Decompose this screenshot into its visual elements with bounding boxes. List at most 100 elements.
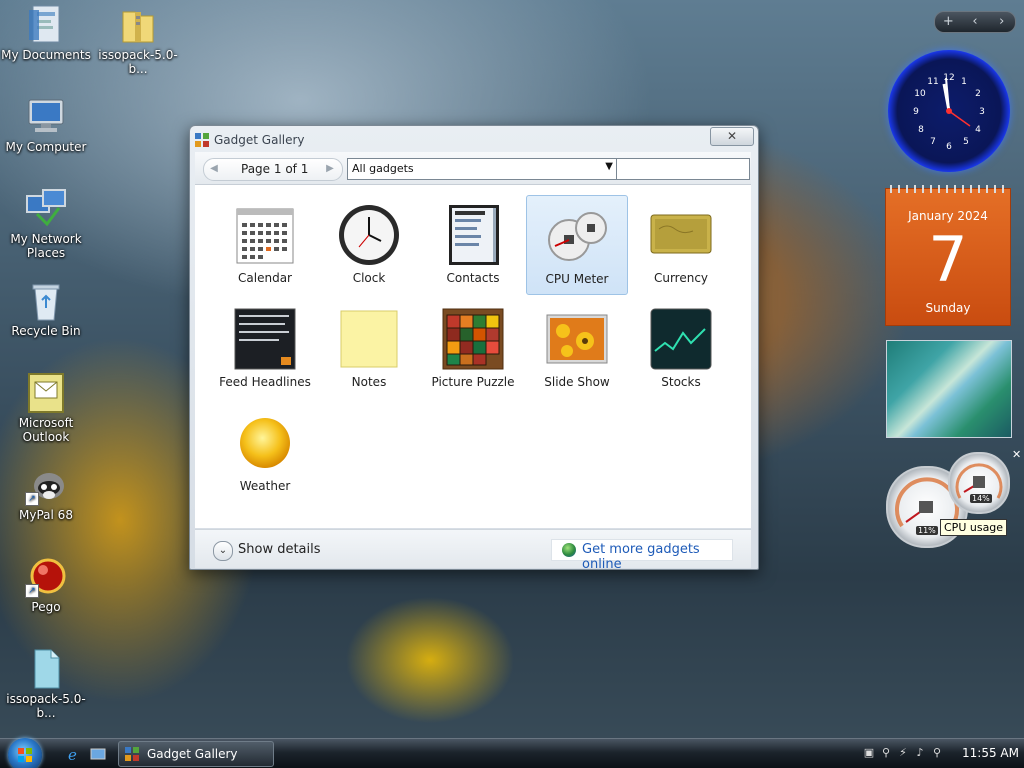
cpu-meter-gadget-icon bbox=[545, 204, 609, 268]
page-indicator: Page 1 of 1 bbox=[241, 162, 309, 176]
cpu-usage-tooltip: CPU usage bbox=[940, 519, 1008, 536]
add-gadget-button[interactable]: + bbox=[935, 12, 962, 32]
desktop-icon-outlook[interactable]: Microsoft Outlook bbox=[0, 372, 92, 444]
desktop-icon-label: issopack-5.0-b... bbox=[98, 48, 178, 76]
calendar-gadget[interactable]: January 2024 7 Sunday bbox=[885, 185, 1011, 326]
previous-page-button[interactable]: ‹ bbox=[962, 12, 989, 32]
desktop-icon-pego[interactable]: ↗ Pego bbox=[0, 556, 92, 614]
desktop-icon-label: Recycle Bin bbox=[11, 324, 81, 338]
internet-explorer-icon[interactable]: e bbox=[66, 746, 82, 764]
gadget-name: Stocks bbox=[661, 375, 701, 389]
svg-text:5: 5 bbox=[963, 137, 969, 147]
gadget-name: Clock bbox=[352, 271, 386, 285]
desktop-icon-recycle-bin[interactable]: Recycle Bin bbox=[0, 280, 92, 338]
power-icon[interactable]: ⚡ bbox=[896, 746, 910, 760]
search-gadgets-input[interactable] bbox=[616, 158, 750, 180]
outlook-icon bbox=[25, 372, 67, 414]
pego-ball-icon: ↗ bbox=[25, 556, 67, 598]
desktop-icon-issopack-file[interactable]: issopack-5.0-b... bbox=[0, 648, 92, 720]
computer-icon bbox=[25, 96, 67, 138]
gadget-name: Calendar bbox=[238, 271, 292, 285]
svg-text:2: 2 bbox=[975, 89, 981, 99]
desktop-icon-my-computer[interactable]: My Computer bbox=[0, 96, 92, 154]
show-details-chevron-icon[interactable]: ⌄ bbox=[213, 541, 233, 561]
title-bar[interactable]: Gadget Gallery ✕ bbox=[190, 126, 758, 152]
system-tray: ▣ ⚲ ⚡ ♪ ⚲ bbox=[862, 746, 944, 760]
gadget-tile-cpu-meter[interactable]: CPU Meter bbox=[526, 195, 628, 295]
slide-show-gadget-icon bbox=[545, 307, 609, 371]
svg-text:12: 12 bbox=[943, 73, 954, 83]
safely-remove-hardware-icon[interactable]: ⚲ bbox=[879, 746, 893, 760]
svg-text:9: 9 bbox=[913, 107, 919, 117]
windows-logo-icon bbox=[18, 748, 32, 762]
taskbar-button-label: Gadget Gallery bbox=[147, 747, 238, 761]
gadget-tile-calendar[interactable]: Calendar bbox=[214, 195, 316, 295]
system-clock[interactable]: 11:55 AM bbox=[962, 746, 1019, 760]
gadget-tile-picture-puzzle[interactable]: Picture Puzzle bbox=[422, 299, 524, 399]
slide-show-gadget[interactable] bbox=[886, 340, 1012, 438]
gadget-tile-slide-show[interactable]: Slide Show bbox=[526, 299, 628, 399]
documents-icon bbox=[25, 4, 67, 46]
desktop-icon-label: My Documents bbox=[1, 48, 91, 62]
gadget-tile-contacts[interactable]: Contacts bbox=[422, 195, 524, 295]
desktop-icon-issopack-folder[interactable]: issopack-5.0-b... bbox=[92, 4, 184, 76]
svg-text:e: e bbox=[68, 746, 77, 762]
svg-text:10: 10 bbox=[914, 89, 926, 99]
gadget-name: Slide Show bbox=[544, 375, 610, 389]
taskbar: e Gadget Gallery ▣ ⚲ ⚡ ♪ ⚲ 11:55 AM bbox=[0, 738, 1024, 768]
start-button[interactable] bbox=[8, 738, 42, 768]
desktop-icon-label: My Network Places bbox=[10, 232, 82, 260]
gallery-footer: ⌄ Show details Get more gadgets online bbox=[195, 529, 751, 572]
gadget-tile-clock[interactable]: Clock bbox=[318, 195, 420, 295]
svg-text:3: 3 bbox=[979, 107, 985, 117]
show-desktop-icon[interactable] bbox=[90, 746, 106, 762]
close-button[interactable]: ✕ bbox=[710, 127, 754, 146]
gadget-tile-stocks[interactable]: Stocks bbox=[630, 299, 732, 399]
gadget-tile-currency[interactable]: Currency bbox=[630, 195, 732, 295]
get-more-gadgets-label: Get more gadgets online bbox=[582, 542, 700, 572]
get-more-gadgets-link[interactable]: Get more gadgets online bbox=[551, 539, 733, 572]
desktop-icon-mypal[interactable]: ↗ MyPal 68 bbox=[0, 464, 92, 522]
previous-page-arrow[interactable]: ◀ bbox=[206, 161, 222, 177]
network-tray-icon[interactable]: ▣ bbox=[862, 746, 876, 760]
gadget-name: Notes bbox=[351, 375, 387, 389]
contacts-gadget-icon bbox=[441, 203, 505, 267]
clock-gadget[interactable]: 12 1 2 345 678 9 10 11 bbox=[888, 50, 1010, 172]
taskbar-button-gadget-gallery[interactable]: Gadget Gallery bbox=[118, 741, 274, 767]
zip-folder-icon bbox=[117, 4, 159, 46]
gadget-grid: Calendar Clock Contacts CPU Meter Curren… bbox=[195, 185, 751, 528]
memory-gauge: 14% bbox=[948, 452, 1010, 514]
gadget-tile-feed-headlines[interactable]: Feed Headlines bbox=[214, 299, 316, 399]
dropdown-arrow-icon: ▼ bbox=[605, 161, 613, 172]
next-page-arrow[interactable]: ▶ bbox=[322, 161, 338, 177]
weather-sun-icon bbox=[233, 411, 297, 475]
search-tray-icon[interactable]: ⚲ bbox=[930, 746, 944, 760]
gadget-name: Currency bbox=[653, 271, 709, 285]
cpu-percent-readout: 11% bbox=[916, 526, 938, 535]
desktop-icon-my-documents[interactable]: My Documents bbox=[0, 4, 92, 62]
volume-icon[interactable]: ♪ bbox=[913, 746, 927, 760]
raccoon-icon: ↗ bbox=[25, 464, 67, 506]
gadget-name: CPU Meter bbox=[545, 272, 609, 286]
shortcut-arrow-icon: ↗ bbox=[25, 584, 39, 598]
next-page-button[interactable]: › bbox=[988, 12, 1015, 32]
globe-icon bbox=[562, 543, 576, 557]
show-details-button[interactable]: Show details bbox=[238, 542, 321, 557]
desktop-icon-label: Microsoft Outlook bbox=[18, 416, 74, 444]
shortcut-arrow-icon: ↗ bbox=[25, 492, 39, 506]
calendar-weekday: Sunday bbox=[925, 301, 971, 315]
gallery-toolbar: ◀ Page 1 of 1 ▶ All gadgets ▼ bbox=[195, 152, 751, 185]
gadget-name: Feed Headlines bbox=[219, 375, 311, 389]
gadget-filter-dropdown[interactable]: All gadgets ▼ bbox=[347, 158, 617, 180]
desktop-icon-my-network[interactable]: My Network Places bbox=[0, 188, 92, 260]
gadget-gallery-icon bbox=[125, 747, 139, 761]
svg-text:6: 6 bbox=[946, 142, 952, 152]
picture-puzzle-gadget-icon bbox=[441, 307, 505, 371]
gadget-gallery-icon bbox=[195, 133, 209, 147]
feed-headlines-gadget-icon bbox=[233, 307, 297, 371]
gadget-tile-notes[interactable]: Notes bbox=[318, 299, 420, 399]
svg-text:1: 1 bbox=[961, 77, 967, 87]
gadget-close-button[interactable]: ✕ bbox=[1012, 448, 1021, 461]
gadget-tile-weather[interactable]: Weather bbox=[214, 403, 316, 503]
clock-gadget-icon bbox=[337, 203, 401, 267]
